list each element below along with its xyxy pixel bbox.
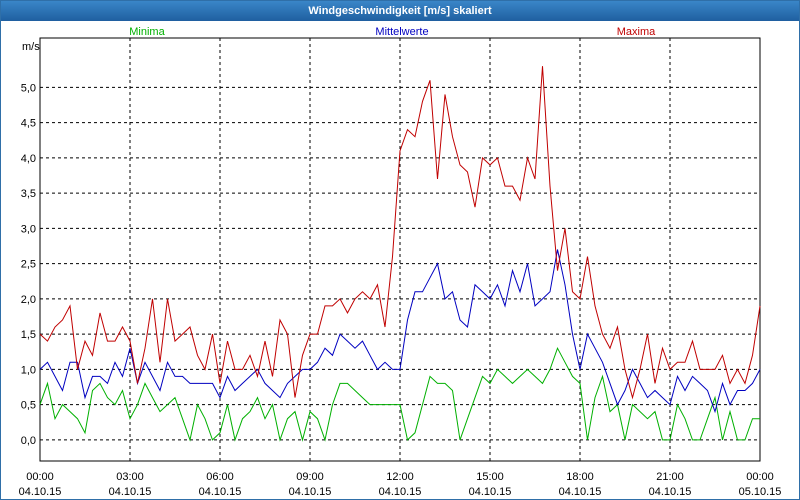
x-tick-time-label: 21:00 [656, 471, 684, 483]
legend-entry: Mittelwerte [375, 26, 428, 38]
x-tick-time-label: 00:00 [746, 471, 774, 483]
y-tick-label: 4,5 [21, 118, 36, 130]
y-axis-unit-label: m/s [22, 41, 40, 53]
y-tick-label: 1,0 [21, 364, 36, 376]
y-tick-label: 4,0 [21, 153, 36, 165]
x-tick-time-label: 15:00 [476, 471, 504, 483]
y-tick-label: 3,0 [21, 223, 36, 235]
x-tick-date-label: 04.10.15 [379, 486, 422, 498]
x-tick-date-label: 04.10.15 [289, 486, 332, 498]
legend-entry: Minima [129, 26, 165, 38]
x-tick-time-label: 03:00 [116, 471, 144, 483]
y-tick-label: 3,5 [21, 188, 36, 200]
y-tick-label: 2,0 [21, 294, 36, 306]
wind-speed-chart: m/s 0,0 0,5 1,0 1,5 2,0 2,5 3,0 3,5 4,0 4,5 5,0 00… [19, 26, 782, 498]
x-tick-date-label: 04.10.15 [19, 486, 62, 498]
y-tick-label: 0,0 [21, 435, 36, 447]
x-tick-date-label: 04.10.15 [199, 486, 242, 498]
y-axis-ticks: 0,0 0,5 1,0 1,5 2,0 2,5 3,0 3,5 4,0 4,5 5,0 [21, 82, 36, 447]
x-tick-time-label: 12:00 [386, 471, 414, 483]
x-tick-time-label: 00:00 [26, 471, 54, 483]
legend-entry: Maxima [617, 26, 656, 38]
x-tick-time-label: 09:00 [296, 471, 324, 483]
x-tick-date-label: 04.10.15 [469, 486, 512, 498]
y-tick-label: 5,0 [21, 82, 36, 94]
x-tick-time-label: 18:00 [566, 471, 594, 483]
y-tick-label: 2,5 [21, 259, 36, 271]
x-tick-date-label: 04.10.15 [109, 486, 152, 498]
x-tick-date-label: 04.10.15 [559, 486, 602, 498]
y-tick-label: 0,5 [21, 400, 36, 412]
legend: Minima Mittelwerte Maxima [129, 26, 656, 38]
x-tick-date-label: 04.10.15 [649, 486, 692, 498]
x-tick-time-label: 06:00 [206, 471, 234, 483]
y-tick-label: 1,5 [21, 329, 36, 341]
x-tick-date-label: 05.10.15 [739, 486, 782, 498]
grid-lines [40, 38, 760, 461]
x-axis-ticks: 00:00 04.10.15 03:00 04.10.15 06:00 04.10.15 0… [19, 471, 782, 498]
